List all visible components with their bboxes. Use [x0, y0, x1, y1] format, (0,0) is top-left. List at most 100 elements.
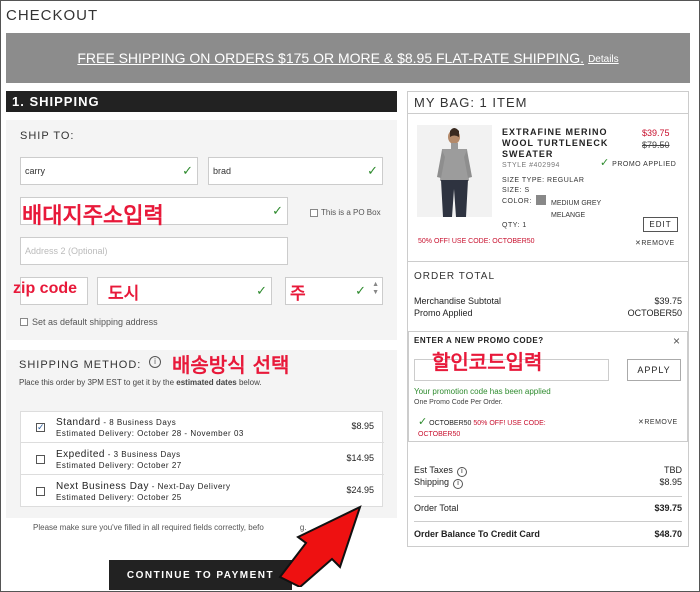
last-name-field[interactable]: brad ✓	[208, 157, 383, 185]
product-sale-price: $39.75	[642, 128, 670, 138]
required-fields-note: Please make sure you've filled in all re…	[33, 523, 307, 532]
info-icon[interactable]: i	[456, 467, 467, 477]
po-box-checkbox[interactable]	[310, 208, 318, 217]
red-arrow-icon	[278, 505, 362, 587]
option-name: Next Business Day - Next-Day Delivery	[56, 481, 231, 492]
balance-row: Order Balance To Credit Card $48.70	[414, 529, 682, 539]
divider	[408, 261, 688, 262]
balance-value: $48.70	[654, 529, 682, 539]
remove-promo-button[interactable]: ✕REMOVE	[638, 418, 678, 426]
address2-placeholder: Address 2 (Optional)	[25, 246, 108, 256]
promo-applied-badge: ✓ PROMO APPLIED	[600, 156, 676, 169]
default-address-option[interactable]: Set as default shipping address	[20, 317, 158, 327]
last-name-value: brad	[213, 166, 232, 176]
remove-label: REMOVE	[644, 419, 678, 426]
default-address-label: Set as default shipping address	[32, 317, 158, 327]
info-icon[interactable]: i	[149, 356, 161, 368]
note-text: Place this order by 3PM EST to get it by…	[19, 378, 177, 387]
po-box-option[interactable]: This is a PO Box	[310, 208, 381, 217]
shipping-options-list: ✓ Standard - 8 Business Days Estimated D…	[20, 411, 384, 507]
option-delivery: Estimated Delivery: October 25	[56, 493, 182, 502]
shipping-label: Shipping	[414, 477, 450, 487]
shipping-value: $8.95	[659, 477, 682, 487]
product-name[interactable]: EXTRAFINE MERINO WOOL TURTLENECK SWEATER	[502, 127, 612, 160]
product-style: STYLE #402994	[502, 162, 560, 169]
page-title: CHECKOUT	[6, 7, 99, 24]
continue-to-payment-button[interactable]: CONTINUE TO PAYMENT	[109, 560, 292, 590]
banner-details-link[interactable]: Details	[588, 54, 619, 65]
shipping-option-checkbox[interactable]: ✓	[36, 423, 45, 432]
product-image[interactable]	[417, 125, 492, 217]
promo-label: Promo Applied	[414, 308, 473, 318]
valid-check-icon: ✓	[182, 163, 193, 178]
taxes-value: TBD	[664, 465, 682, 475]
option-title: Next Business Day	[56, 481, 149, 492]
banner-text[interactable]: FREE SHIPPING ON ORDERS $175 OR MORE & $…	[77, 50, 584, 66]
promo-row: Promo Applied OCTOBER50	[414, 308, 682, 318]
shipping-banner: FREE SHIPPING ON ORDERS $175 OR MORE & $…	[6, 33, 690, 83]
shipping-option-next-day[interactable]: Next Business Day - Next-Day Delivery Es…	[21, 476, 384, 507]
select-arrows-icon: ▲ ▼	[372, 281, 379, 296]
annotation-city: 도시	[108, 284, 140, 304]
option-days: - Next-Day Delivery	[148, 482, 231, 491]
option-days: - 3 Business Days	[104, 450, 181, 459]
option-delivery: Estimated Delivery: October 27	[56, 461, 182, 470]
product-color-label: COLOR:	[502, 198, 532, 205]
shipping-option-standard[interactable]: ✓ Standard - 8 Business Days Estimated D…	[21, 412, 384, 443]
annotation-method: 배송방식 선택	[172, 353, 290, 377]
color-swatch	[536, 195, 546, 205]
annotation-zip: zip code	[13, 280, 78, 297]
valid-check-icon: ✓	[355, 283, 366, 298]
check-icon: ✓	[418, 416, 428, 428]
order-total-value: $39.75	[654, 503, 682, 513]
order-total-label: Order Total	[414, 503, 459, 513]
product-code-note: 50% OFF! USE CODE: OCTOBER50	[418, 238, 535, 245]
note-tail-text: below.	[236, 378, 262, 387]
promo-heading: ENTER A NEW PROMO CODE?	[414, 336, 544, 345]
subtotal-row: Merchandise Subtotal $39.75	[414, 296, 682, 306]
valid-check-icon: ✓	[256, 283, 267, 298]
first-name-value: carry	[25, 166, 45, 176]
promo-success-message: Your promotion code has been applied	[414, 387, 551, 396]
option-days: - 8 Business Days	[100, 418, 177, 427]
divider	[408, 113, 688, 114]
first-name-field[interactable]: carry ✓	[20, 157, 198, 185]
order-total-row: Order Total $39.75	[414, 503, 682, 513]
applied-code-desc-2: OCTOBER50	[418, 431, 461, 438]
info-icon[interactable]: i	[453, 479, 464, 489]
address2-field[interactable]: Address 2 (Optional)	[20, 237, 288, 265]
product-size-type: SIZE TYPE: REGULAR	[502, 177, 585, 184]
remove-item-button[interactable]: ✕REMOVE	[635, 239, 675, 247]
promo-per-order-note: One Promo Code Per Order.	[414, 399, 503, 406]
applied-code-name: OCTOBER50	[429, 420, 472, 427]
apply-button[interactable]: APPLY	[627, 359, 681, 381]
option-title: Expedited	[56, 449, 105, 460]
annotation-address: 배대지주소입력	[22, 204, 164, 229]
shipping-header: 1. SHIPPING	[6, 91, 397, 112]
subtotal-value: $39.75	[654, 296, 682, 306]
subtotal-label: Merchandise Subtotal	[414, 296, 502, 306]
default-address-checkbox[interactable]	[20, 318, 28, 326]
shipping-option-checkbox[interactable]	[36, 455, 45, 464]
divider	[414, 521, 682, 522]
taxes-label: Est Taxes	[414, 465, 453, 475]
shipping-option-checkbox[interactable]	[36, 487, 45, 496]
applied-code-desc: 50% OFF! USE CODE:	[471, 420, 546, 427]
close-icon[interactable]: ×	[673, 334, 680, 348]
bag-title: MY BAG: 1 ITEM	[414, 95, 528, 110]
valid-check-icon: ✓	[367, 163, 378, 178]
check-icon: ✓	[600, 157, 610, 169]
ship-to-label: SHIP TO:	[20, 130, 75, 142]
product-size: SIZE: S	[502, 187, 530, 194]
edit-button[interactable]: EDIT	[643, 217, 678, 232]
annotation-promo: 할인코드입력	[432, 350, 543, 374]
shipping-option-expedited[interactable]: Expedited - 3 Business Days Estimated De…	[21, 444, 384, 475]
balance-label: Order Balance To Credit Card	[414, 529, 540, 539]
option-price: $24.95	[346, 485, 374, 495]
valid-check-icon: ✓	[272, 203, 283, 218]
po-box-label: This is a PO Box	[321, 208, 381, 217]
promo-applied-text: PROMO APPLIED	[612, 161, 677, 168]
order-total-title: ORDER TOTAL	[414, 271, 496, 282]
shipping-method-note: Place this order by 3PM EST to get it by…	[19, 378, 262, 387]
annotation-state: 주	[290, 284, 306, 304]
